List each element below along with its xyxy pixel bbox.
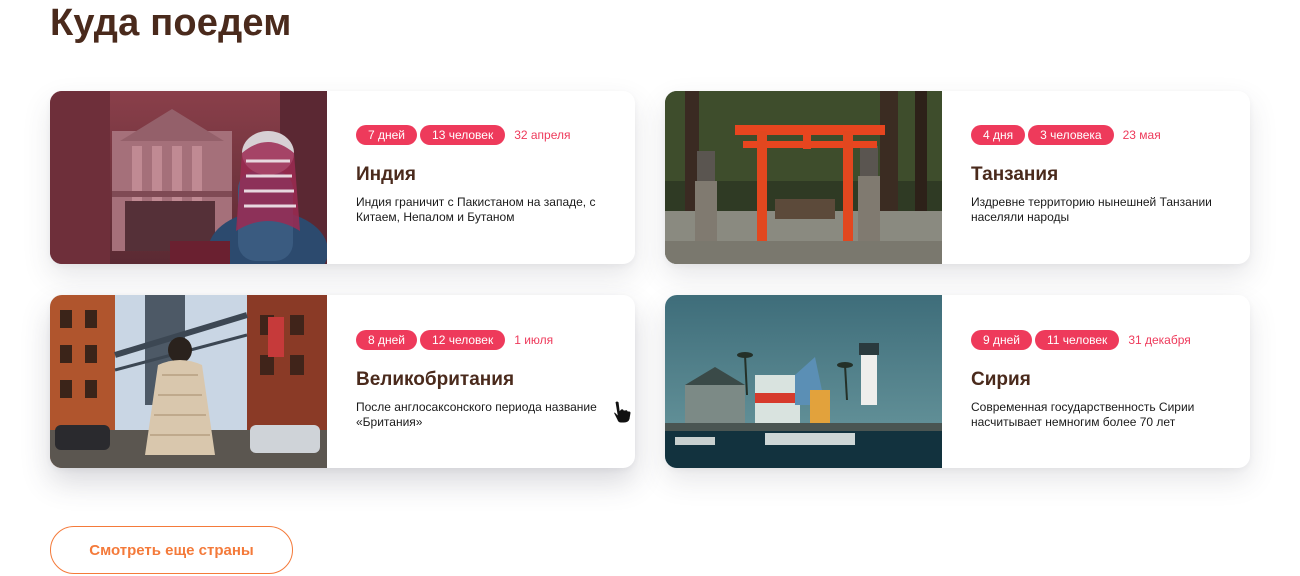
- destination-card[interactable]: 7 дней 13 человек 32 апреля Индия Индия …: [50, 91, 635, 264]
- destinations-section: Куда поедем 7 дней 13 человек 32 апреля …: [0, 0, 1300, 576]
- country-name: Великобритания: [356, 369, 515, 390]
- destination-photo: [50, 91, 327, 264]
- days-badge: 4 дня: [971, 125, 1026, 145]
- country-name: Индия: [356, 164, 416, 185]
- country-description: После англосаксонского периода название …: [356, 400, 597, 429]
- section-title: Куда поедем: [50, 2, 292, 44]
- people-badge: 12 человек: [420, 330, 506, 350]
- destination-photo: [50, 295, 327, 468]
- days-badge: 7 дней: [356, 125, 418, 145]
- hand-pointer-icon: [613, 400, 632, 424]
- country-description: Издревне территорию нынешней Танзании на…: [971, 195, 1212, 224]
- trip-date: 1 июля: [514, 333, 554, 347]
- destination-photo: [665, 295, 942, 468]
- card-info: 4 дня 3 человека 23 мая Танзания Издревн…: [971, 125, 1236, 225]
- destination-card[interactable]: 8 дней 12 человек 1 июля Великобритания …: [50, 295, 635, 468]
- days-badge: 9 дней: [971, 330, 1033, 350]
- card-tags: 9 дней 11 человек 31 декабря: [971, 330, 1236, 350]
- people-badge: 3 человека: [1028, 125, 1114, 145]
- country-name: Сирия: [971, 369, 1031, 390]
- card-tags: 4 дня 3 человека 23 мая: [971, 125, 1236, 145]
- destination-photo: [665, 91, 942, 264]
- people-badge: 13 человек: [420, 125, 506, 145]
- card-info: 8 дней 12 человек 1 июля Великобритания …: [356, 330, 621, 430]
- days-badge: 8 дней: [356, 330, 418, 350]
- destination-card[interactable]: 9 дней 11 человек 31 декабря Сирия Совре…: [665, 295, 1250, 468]
- country-description: Современная государственность Сирии насч…: [971, 400, 1195, 429]
- card-tags: 8 дней 12 человек 1 июля: [356, 330, 621, 350]
- card-info: 9 дней 11 человек 31 декабря Сирия Совре…: [971, 330, 1236, 430]
- destination-card[interactable]: 4 дня 3 человека 23 мая Танзания Издревн…: [665, 91, 1250, 264]
- people-badge: 11 человек: [1035, 330, 1120, 350]
- card-info: 7 дней 13 человек 32 апреля Индия Индия …: [356, 125, 621, 225]
- trip-date: 31 декабря: [1128, 333, 1191, 347]
- country-description: Индия граничит с Пакистаном на западе, с…: [356, 195, 596, 224]
- trip-date: 23 мая: [1122, 128, 1161, 142]
- trip-date: 32 апреля: [514, 128, 571, 142]
- country-name: Танзания: [971, 164, 1059, 185]
- card-tags: 7 дней 13 человек 32 апреля: [356, 125, 621, 145]
- see-more-countries-button[interactable]: Смотреть еще страны: [50, 526, 293, 574]
